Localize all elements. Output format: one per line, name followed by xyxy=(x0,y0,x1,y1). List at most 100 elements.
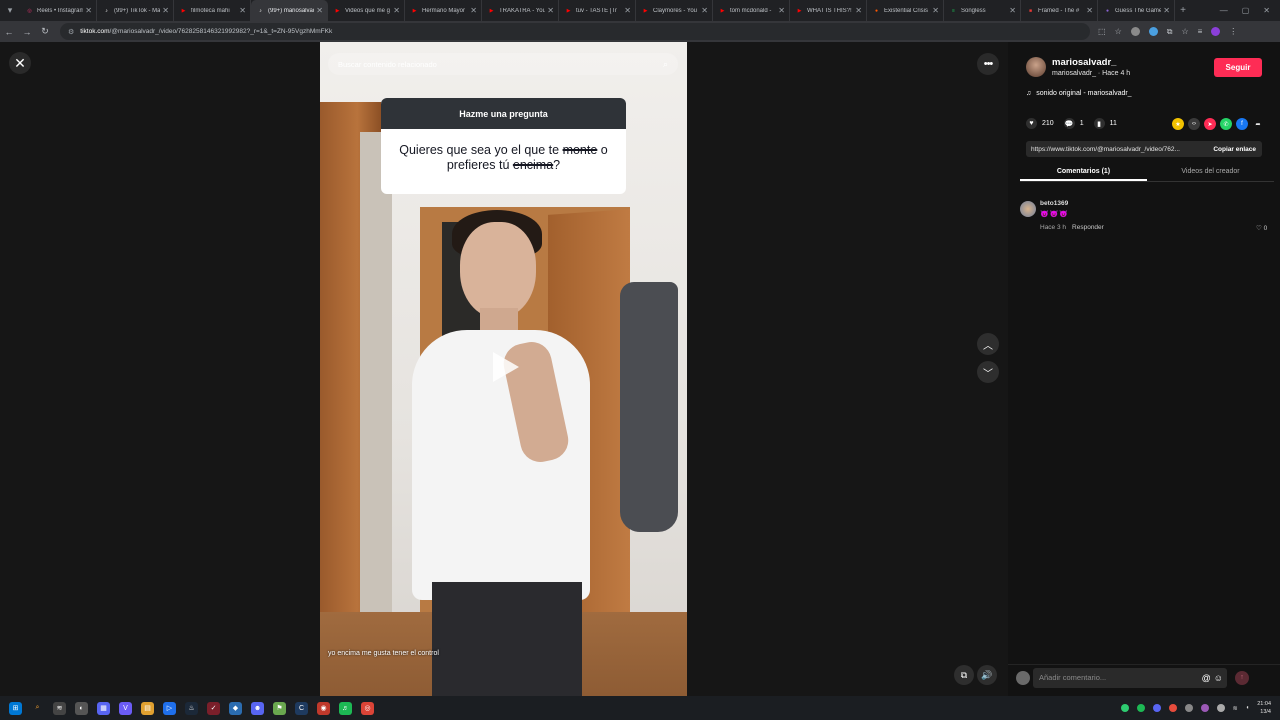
save-button[interactable]: ▮ 11 xyxy=(1093,118,1117,129)
tab-close-icon[interactable]: ✕ xyxy=(316,6,323,15)
tray-icon[interactable] xyxy=(1120,704,1129,712)
app-icon[interactable]: ✓ xyxy=(207,701,220,715)
tray-icon[interactable] xyxy=(1152,704,1161,712)
app-icon[interactable]: V xyxy=(119,701,132,715)
window-close-icon[interactable]: ✕ xyxy=(1263,6,1270,15)
previous-video-button[interactable]: ︿ xyxy=(977,333,999,355)
follow-button[interactable]: Seguir xyxy=(1214,58,1262,77)
app-icon[interactable]: ◐ xyxy=(75,701,88,715)
video-link[interactable]: https://www.tiktok.com/@mariosalvadr_/vi… xyxy=(1026,146,1207,153)
browser-menu-icon[interactable]: ⋮ xyxy=(1229,27,1237,36)
commenter-username[interactable]: beto1369 xyxy=(1040,200,1068,207)
browser-tab[interactable]: ● Guess The Game ✕ xyxy=(1098,0,1175,21)
facebook-icon[interactable]: f xyxy=(1236,118,1248,130)
browser-tab[interactable]: ♪ (99+) TikTok - Make✕ xyxy=(97,0,174,21)
browser-tab[interactable]: ♪ (99+) mariosalvadr ✕ xyxy=(251,0,328,21)
app-icon[interactable]: ▦ xyxy=(97,701,110,715)
comment-button[interactable]: 💬 1 xyxy=(1063,118,1084,129)
media-icon[interactable]: ≡ xyxy=(1198,27,1203,36)
app-icon[interactable]: ≋ xyxy=(53,701,66,715)
back-icon[interactable]: ← xyxy=(0,27,18,37)
tab-close-icon[interactable]: ✕ xyxy=(85,6,92,15)
copy-link-button[interactable]: Copiar enlace xyxy=(1207,146,1262,153)
author-username[interactable]: mariosalvadr_ xyxy=(1052,57,1130,68)
browser-tab[interactable]: ■ Framed - The # ✕ xyxy=(1021,0,1098,21)
tab-close-icon[interactable]: ✕ xyxy=(1163,6,1170,15)
close-video-button[interactable]: ✕ xyxy=(9,52,31,74)
maximize-icon[interactable]: ▢ xyxy=(1242,6,1250,15)
browser-tab[interactable]: ▶ tom mcdonald - ✕ xyxy=(713,0,790,21)
tab-close-icon[interactable]: ✕ xyxy=(778,6,785,15)
app-icon[interactable]: C xyxy=(295,701,308,715)
browser-tab[interactable]: ▶ WHAT IS THIS?! ✕ xyxy=(790,0,867,21)
tray-icon[interactable] xyxy=(1136,704,1145,712)
tab-close-icon[interactable]: ✕ xyxy=(393,6,400,15)
browser-tab[interactable]: ▶ TRAKATRÁ - You ✕ xyxy=(482,0,559,21)
tab-close-icon[interactable]: ✕ xyxy=(624,6,631,15)
reload-icon[interactable]: ↻ xyxy=(36,26,54,37)
tab-close-icon[interactable]: ✕ xyxy=(239,6,246,15)
reply-button[interactable]: Responder xyxy=(1072,224,1104,231)
speaker-icon[interactable]: ◖ xyxy=(1246,705,1250,711)
tab-comments[interactable]: Comentarios (1) xyxy=(1020,164,1147,181)
spotify-icon[interactable]: ♬ xyxy=(339,701,352,715)
search-icon[interactable]: ⌕ xyxy=(663,59,668,70)
app-icon[interactable]: ▷ xyxy=(163,701,176,715)
pip-button[interactable]: ⧉ xyxy=(954,665,974,685)
search-taskbar-icon[interactable]: ⌕ xyxy=(31,702,44,715)
steam-icon[interactable]: ♨ xyxy=(185,701,198,715)
bookmarks-icon[interactable]: ☆ xyxy=(1181,27,1188,36)
forward-icon[interactable]: → xyxy=(18,27,36,37)
whatsapp-icon[interactable]: ✆ xyxy=(1220,118,1232,130)
tab-close-icon[interactable]: ✕ xyxy=(932,6,939,15)
mention-icon[interactable]: @ xyxy=(1202,673,1211,683)
volume-button[interactable]: 🔊 xyxy=(977,665,997,685)
next-video-button[interactable]: ﹀ xyxy=(977,361,999,383)
tab-close-icon[interactable]: ✕ xyxy=(701,6,708,15)
bookmark-star-icon[interactable]: ☆ xyxy=(1115,27,1122,36)
sound-link[interactable]: ♫ sonido original - mariosalvadr_ xyxy=(1026,90,1132,97)
app-icon[interactable]: ◉ xyxy=(317,701,330,715)
browser-tab[interactable]: ≡ Songless ✕ xyxy=(944,0,1021,21)
profile-avatar[interactable] xyxy=(1211,27,1221,36)
app-icon[interactable]: ⚑ xyxy=(273,701,286,715)
browser-tab[interactable]: ● Existential Crisis ✕ xyxy=(867,0,944,21)
more-options-button[interactable]: ••• xyxy=(977,53,999,75)
send-to-friends-icon[interactable]: ➤ xyxy=(1204,118,1216,130)
tab-close-icon[interactable]: ✕ xyxy=(162,6,169,15)
commenter-avatar[interactable] xyxy=(1020,201,1036,217)
wifi-icon[interactable]: ≋ xyxy=(1233,705,1238,712)
extensions-puzzle-icon[interactable]: ⧉ xyxy=(1167,27,1173,37)
play-icon[interactable] xyxy=(493,352,519,382)
tab-close-icon[interactable]: ✕ xyxy=(855,6,862,15)
site-info-icon[interactable]: ⚙ xyxy=(68,28,74,36)
browser-tab[interactable]: ▶ Claymores - You ✕ xyxy=(636,0,713,21)
start-icon[interactable]: ⊞ xyxy=(9,701,22,715)
extension-icon[interactable] xyxy=(1148,27,1158,36)
comment-like-button[interactable]: ♡ 0 xyxy=(1256,224,1267,232)
browser-tab[interactable]: ▶ tuv - TASTE [Tr ✕ xyxy=(559,0,636,21)
tray-icon[interactable] xyxy=(1200,704,1209,712)
video-player[interactable]: Buscar contenido relacionado ⌕ Hazme una… xyxy=(320,42,687,696)
extension-icon[interactable] xyxy=(1130,27,1140,36)
share-arrow-icon[interactable]: ➦ xyxy=(1252,118,1264,130)
new-tab-button[interactable]: + xyxy=(1175,5,1191,16)
related-search-input[interactable]: Buscar contenido relacionado ⌕ xyxy=(328,53,678,75)
discord-icon[interactable]: ☻ xyxy=(251,701,264,715)
browser-tab[interactable]: ◎ Reels • Instagram ✕ xyxy=(20,0,97,21)
tab-creator-videos[interactable]: Videos del creador xyxy=(1147,164,1274,181)
emoji-icon[interactable]: ☺ xyxy=(1214,673,1223,683)
tray-icon[interactable] xyxy=(1168,704,1177,712)
tab-close-icon[interactable]: ✕ xyxy=(470,6,477,15)
author-avatar[interactable] xyxy=(1026,57,1046,77)
send-comment-button[interactable]: ↑ xyxy=(1235,670,1249,685)
comment-input[interactable]: Añadir comentario... @ ☺ xyxy=(1033,667,1227,688)
install-icon[interactable]: ⬚ xyxy=(1098,27,1106,36)
embed-icon[interactable]: ‹› xyxy=(1188,118,1200,130)
tab-close-icon[interactable]: ✕ xyxy=(547,6,554,15)
tray-icon[interactable] xyxy=(1184,704,1193,712)
address-bar[interactable]: ⚙ tiktok.com/@mariosalvadr_/video/762825… xyxy=(60,23,1090,40)
app-icon[interactable]: ▤ xyxy=(141,701,154,715)
tab-search-icon[interactable]: ▾ xyxy=(0,0,20,21)
repost-icon[interactable]: ★ xyxy=(1172,118,1184,130)
